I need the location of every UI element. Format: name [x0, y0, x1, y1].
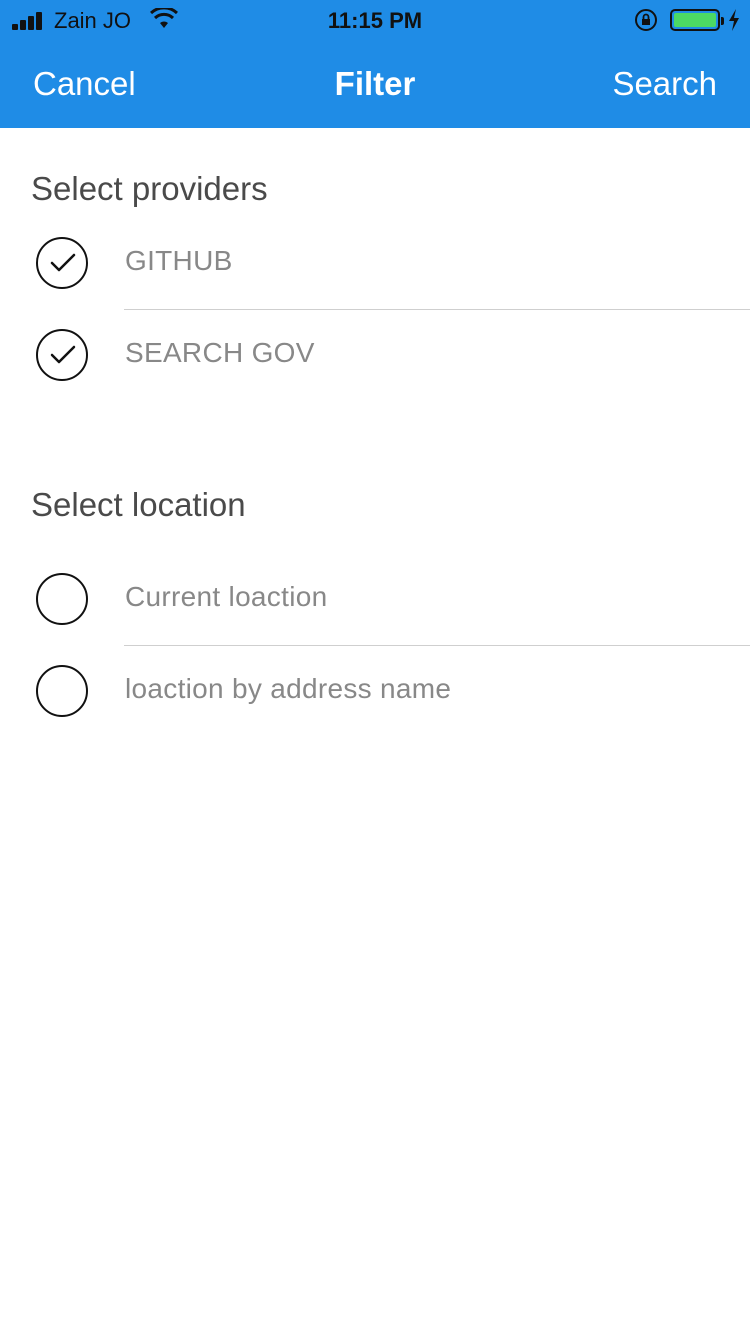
empty-circle-icon[interactable] [36, 573, 88, 625]
provider-label: GITHUB [125, 245, 233, 276]
checkmark-circle-icon[interactable] [36, 329, 88, 381]
battery-fill [674, 13, 716, 27]
location-option-address[interactable]: loaction by address name [0, 645, 750, 737]
checkmark-icon [50, 253, 76, 272]
battery-icon [670, 9, 724, 31]
search-button[interactable]: Search [612, 64, 717, 104]
navigation-bar: Zain JO 11:15 PM Cancel Filter Search [0, 0, 750, 128]
provider-option-search-gov[interactable]: SEARCH GOV [0, 309, 750, 401]
location-option-current[interactable]: Current loaction [0, 553, 750, 645]
charging-bolt-icon [729, 9, 739, 31]
provider-label: SEARCH GOV [125, 337, 315, 368]
location-label: Current loaction [125, 581, 328, 612]
location-label: loaction by address name [125, 673, 452, 704]
provider-option-github[interactable]: GITHUB [0, 217, 750, 309]
checkmark-icon [50, 345, 76, 364]
rotation-lock-icon [635, 9, 657, 31]
empty-circle-icon[interactable] [36, 665, 88, 717]
location-section-title: Select location [31, 486, 246, 523]
checkmark-circle-icon[interactable] [36, 237, 88, 289]
status-bar: Zain JO 11:15 PM [0, 0, 750, 40]
providers-section-title: Select providers [31, 170, 268, 207]
